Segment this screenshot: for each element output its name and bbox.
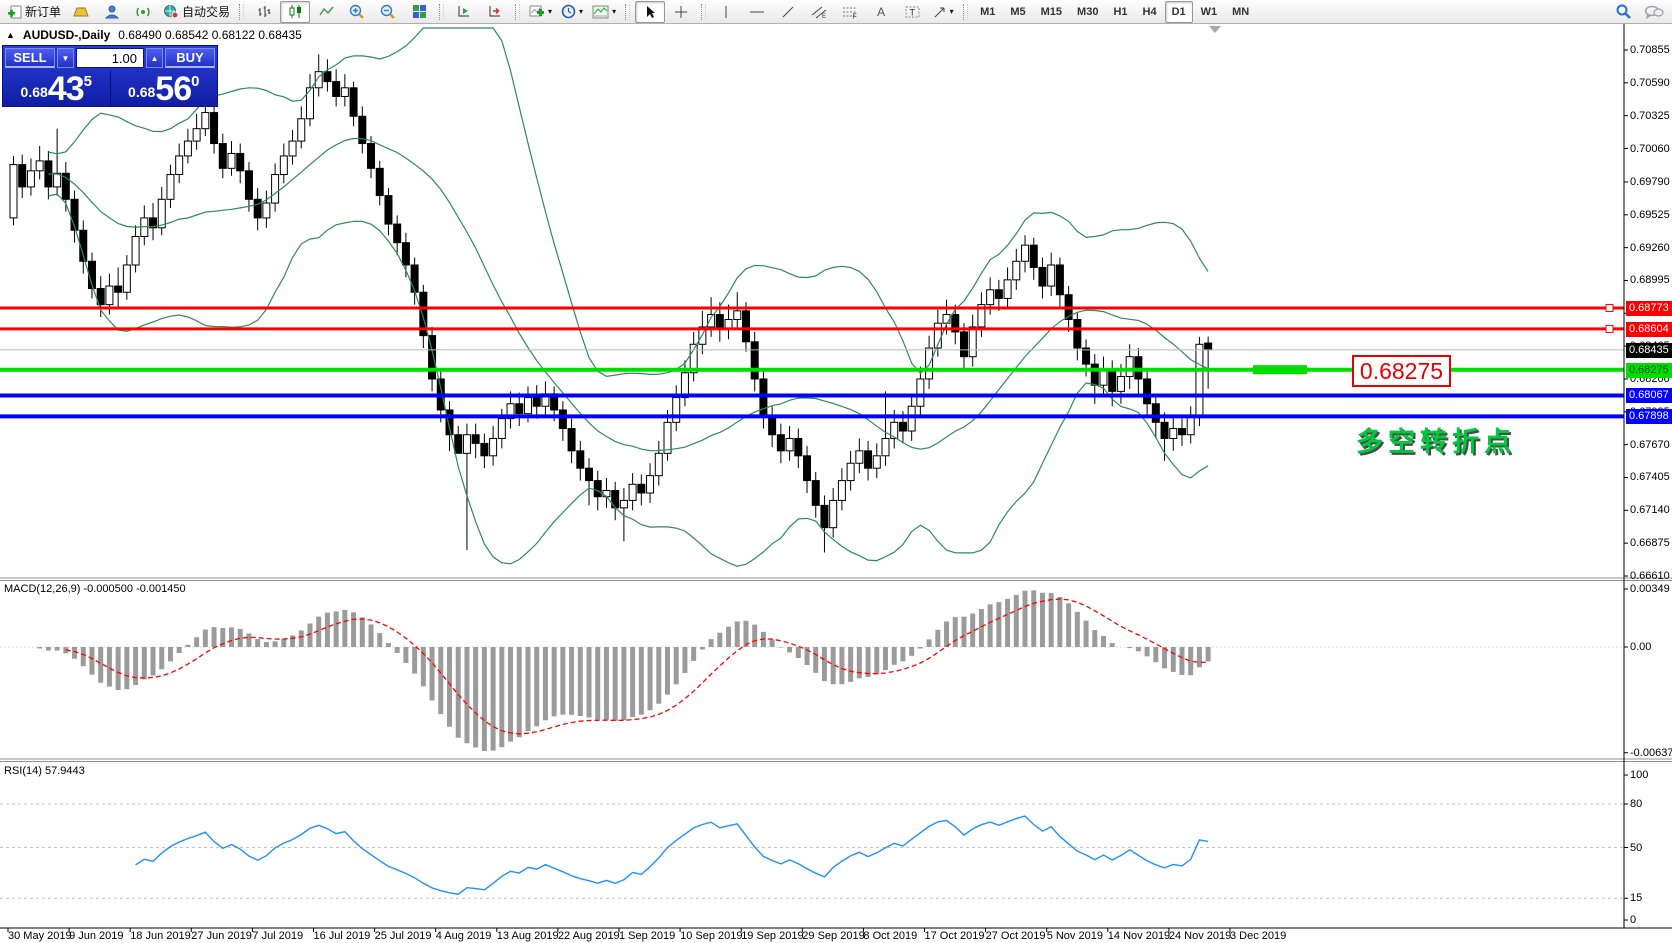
buy-price-big: 56: [155, 74, 191, 104]
sell-price-pip: 5: [84, 73, 92, 90]
sell-button[interactable]: SELL: [5, 48, 55, 68]
volume-input[interactable]: 1.00: [76, 48, 144, 68]
one-click-trading-panel: SELL ▼ 1.00 ▲ BUY 0.68 43 5 0.68 56 0: [2, 45, 218, 107]
buy-price[interactable]: 0.68 56 0: [111, 70, 218, 106]
arrow-down-icon: ▼: [62, 54, 70, 63]
buy-price-pip: 0: [191, 73, 199, 90]
sell-price[interactable]: 0.68 43 5: [3, 70, 111, 106]
buy-price-prefix: 0.68: [128, 84, 155, 100]
arrow-up-icon: ▲: [151, 54, 159, 63]
volume-up-button[interactable]: ▲: [146, 48, 163, 68]
buy-button[interactable]: BUY: [165, 48, 215, 68]
volume-down-button[interactable]: ▼: [57, 48, 74, 68]
sell-price-prefix: 0.68: [21, 84, 48, 100]
chart-canvas[interactable]: [0, 0, 1672, 943]
mt4-window: 新订单 自动交易: [0, 0, 1672, 943]
sell-price-big: 43: [48, 74, 84, 104]
